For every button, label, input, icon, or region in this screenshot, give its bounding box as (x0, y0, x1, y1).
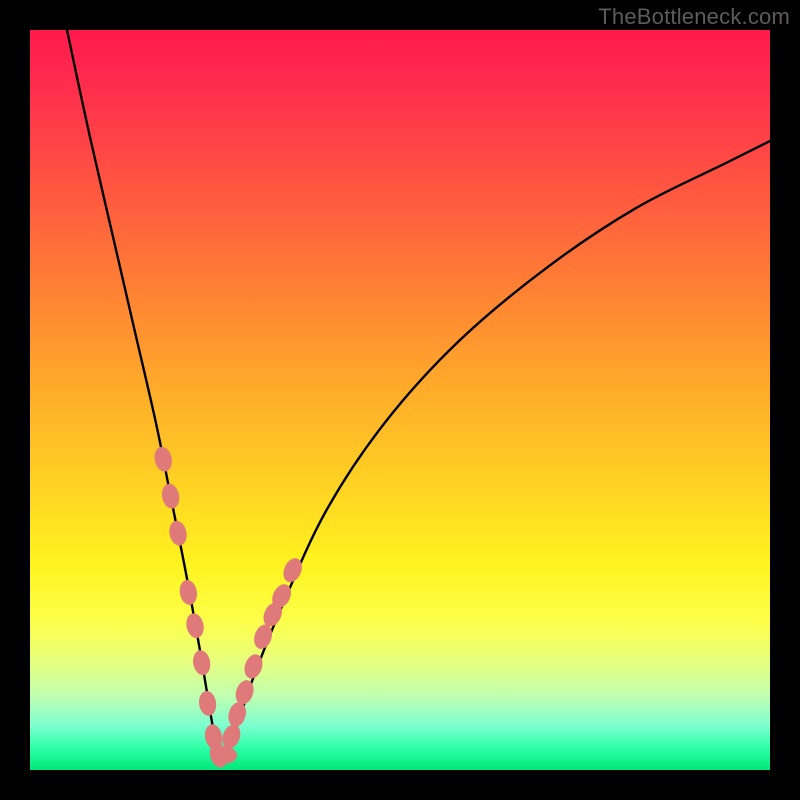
bottleneck-curve (67, 30, 770, 759)
highlight-marker (233, 678, 257, 707)
chart-frame: TheBottleneck.com (0, 0, 800, 800)
highlight-marker (184, 612, 206, 640)
highlight-marker (152, 445, 174, 473)
plot-area (30, 30, 770, 770)
highlight-marker (167, 519, 189, 547)
highlight-marker (197, 690, 217, 717)
chart-svg (30, 30, 770, 770)
highlight-marker (191, 649, 212, 677)
highlight-marker (212, 747, 237, 764)
watermark-text: TheBottleneck.com (598, 4, 790, 30)
highlight-marker (251, 622, 275, 651)
highlight-marker (178, 579, 199, 607)
highlight-marker (160, 482, 182, 510)
